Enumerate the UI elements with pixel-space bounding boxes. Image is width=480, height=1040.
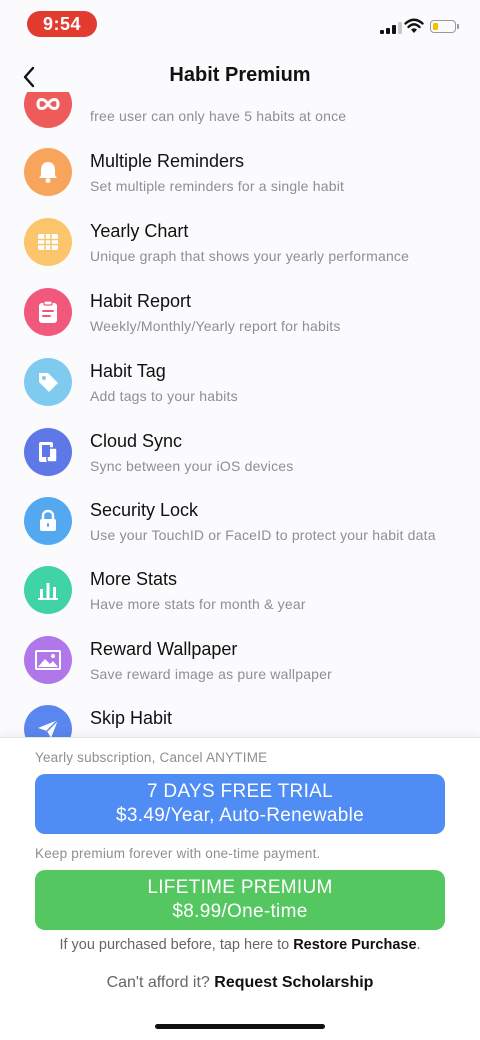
home-indicator[interactable] <box>155 1024 325 1029</box>
feature-desc: Add tags to your habits <box>90 388 238 404</box>
onetime-note: Keep premium forever with one-time payme… <box>35 846 321 861</box>
restore-suffix: . <box>416 937 421 953</box>
image-icon <box>35 650 61 670</box>
free-trial-button[interactable]: 7 DAYS FREE TRIAL $3.49/Year, Auto-Renew… <box>35 774 445 834</box>
devices-icon <box>39 442 58 463</box>
feature-item-multiple-reminders: Multiple Reminders Set multiple reminder… <box>0 148 480 218</box>
feature-item-unlimited-habits: free user can only have 5 habits at once <box>0 92 480 140</box>
feature-desc: Weekly/Monthly/Yearly report for habits <box>90 318 341 334</box>
feature-title: Cloud Sync <box>90 431 183 451</box>
feature-icon-circle <box>24 148 72 196</box>
restore-line: If you purchased before, tap here to Res… <box>0 937 480 953</box>
feature-icon-circle <box>24 288 72 336</box>
free-trial-title: 7 DAYS FREE TRIAL <box>146 781 333 802</box>
battery-icon <box>430 20 459 33</box>
bell-icon <box>39 162 57 183</box>
status-time: 9:54 <box>27 11 97 37</box>
feature-icon-circle <box>24 428 72 476</box>
feature-item-cloud-sync: Cloud Sync Sync between your iOS devices <box>0 428 480 498</box>
lifetime-price: $8.99/One-time <box>172 901 308 922</box>
feature-icon-circle <box>24 705 72 737</box>
purchase-panel: Yearly subscription, Cancel ANYTIME 7 DA… <box>0 737 480 1040</box>
feature-title: More Stats <box>90 569 178 589</box>
feature-title: Multiple Reminders <box>90 151 245 171</box>
feature-desc: Set multiple reminders for a single habi… <box>90 178 345 194</box>
subscription-note: Yearly subscription, Cancel ANYTIME <box>35 750 268 765</box>
clipboard-icon <box>39 300 57 323</box>
paper-plane-icon <box>38 719 59 737</box>
feature-item-skip-habit: Skip Habit <box>0 705 480 737</box>
feature-title: Habit Report <box>90 291 192 311</box>
feature-item-habit-tag: Habit Tag Add tags to your habits <box>0 358 480 428</box>
feature-item-reward-wallpaper: Reward Wallpaper Save reward image as pu… <box>0 636 480 706</box>
lifetime-title: LIFETIME PREMIUM <box>147 877 333 898</box>
calendar-grid-icon <box>38 234 58 250</box>
feature-title: Habit Tag <box>90 361 166 381</box>
request-scholarship-link[interactable]: Request Scholarship <box>214 974 373 991</box>
feature-desc: Have more stats for month & year <box>90 596 306 612</box>
wifi-icon <box>404 18 424 33</box>
feature-desc: Sync between your iOS devices <box>90 458 294 474</box>
restore-prefix: If you purchased before, tap here to <box>59 937 294 953</box>
scholarship-line: Can't afford it? Request Scholarship <box>0 974 480 992</box>
cellular-signal-icon <box>380 20 402 34</box>
infinity-icon <box>36 98 60 110</box>
feature-title: Reward Wallpaper <box>90 639 238 659</box>
lifetime-premium-button[interactable]: LIFETIME PREMIUM $8.99/One-time <box>35 870 445 930</box>
restore-purchase-link[interactable]: Restore Purchase <box>293 937 416 953</box>
lock-icon <box>40 509 56 531</box>
feature-title: Security Lock <box>90 500 199 520</box>
feature-icon-circle <box>24 92 72 128</box>
feature-desc: Save reward image as pure wallpaper <box>90 666 333 682</box>
scholarship-prefix: Can't afford it? <box>106 974 215 991</box>
feature-icon-circle <box>24 566 72 614</box>
feature-list[interactable]: free user can only have 5 habits at once… <box>0 92 480 737</box>
feature-item-security-lock: Security Lock Use your TouchID or FaceID… <box>0 497 480 567</box>
feature-title: Yearly Chart <box>90 221 189 241</box>
status-bar: 9:54 <box>0 0 480 48</box>
feature-item-yearly-chart: Yearly Chart Unique graph that shows you… <box>0 218 480 288</box>
feature-icon-circle <box>24 358 72 406</box>
feature-desc: Unique graph that shows your yearly perf… <box>90 248 410 264</box>
page-title: Habit Premium <box>169 64 311 86</box>
feature-item-more-stats: More Stats Have more stats for month & y… <box>0 566 480 636</box>
feature-icon-circle <box>24 497 72 545</box>
feature-desc: free user can only have 5 habits at once <box>90 108 347 124</box>
feature-icon-circle <box>24 218 72 266</box>
feature-title: Skip Habit <box>90 708 173 728</box>
tag-icon <box>39 373 58 392</box>
feature-icon-circle <box>24 636 72 684</box>
feature-item-habit-report: Habit Report Weekly/Monthly/Yearly repor… <box>0 288 480 358</box>
feature-desc: Use your TouchID or FaceID to protect yo… <box>90 527 436 543</box>
bar-chart-icon <box>38 583 58 600</box>
free-trial-price: $3.49/Year, Auto-Renewable <box>116 805 364 826</box>
